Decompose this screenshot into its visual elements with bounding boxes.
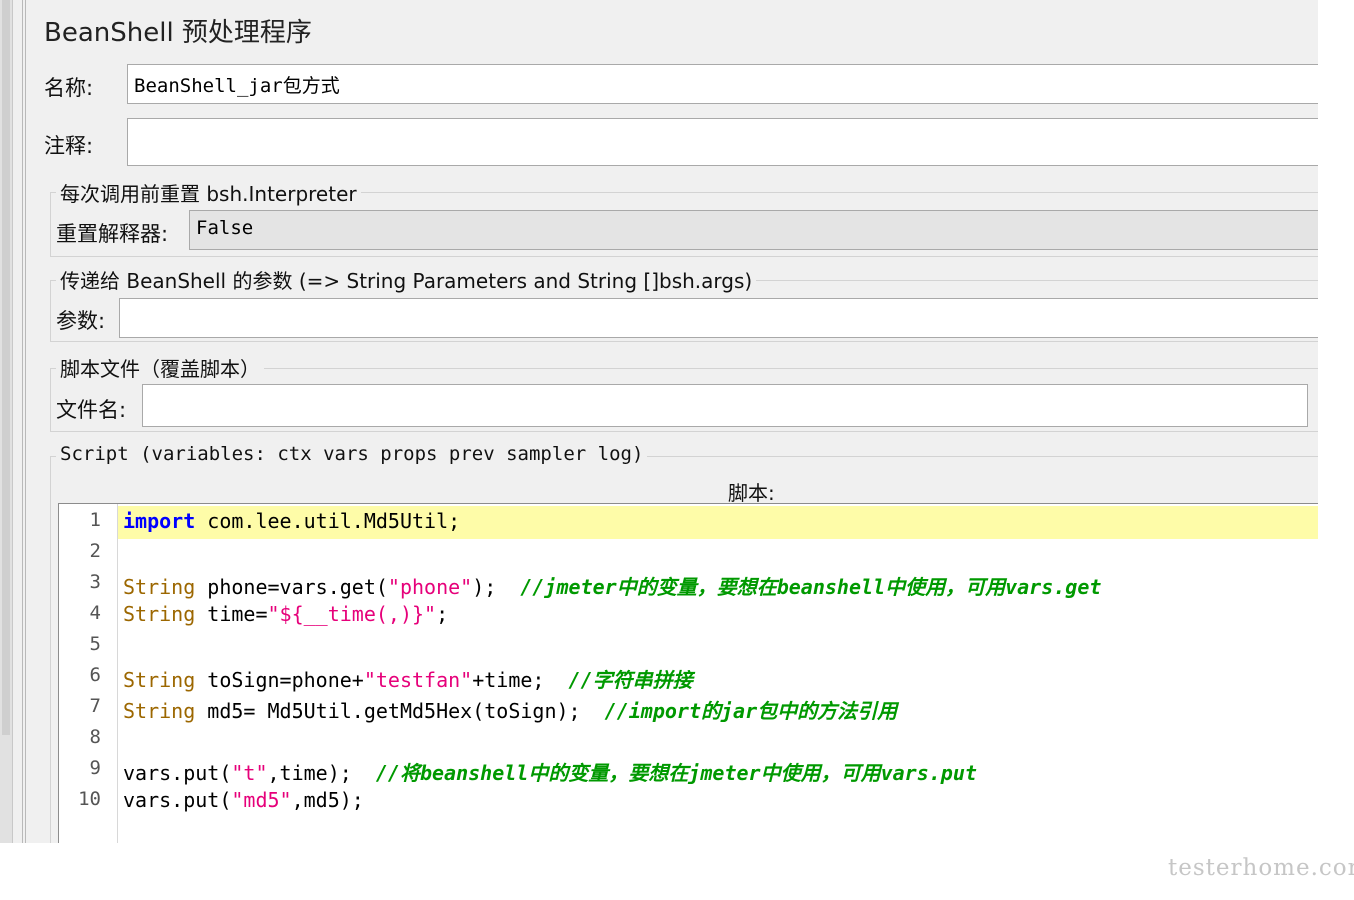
- panel-title: BeanShell 预处理程序: [44, 18, 312, 48]
- code-line: vars.put("md5",md5);: [123, 788, 364, 812]
- line-number: 7: [89, 695, 101, 717]
- code-token: ,md5);: [291, 788, 364, 812]
- code-token: "testfan": [363, 668, 473, 692]
- code-token: //字符串拼接: [568, 668, 693, 692]
- code-token: "phone": [387, 575, 473, 599]
- reset-group-legend: 每次调用前重置 bsh.Interpreter: [56, 178, 361, 207]
- code-token: ,time);: [267, 761, 376, 785]
- script-editor[interactable]: 1 import com.lee.util.Md5Util; 2 3 String ph…: [58, 503, 1318, 843]
- code-token: //将beanshell中的变量，要想在jmeter中使用，可用vars.put: [375, 761, 977, 785]
- reset-interpreter-label: 重置解释器:: [56, 222, 169, 246]
- code-token: vars.put(: [123, 761, 232, 785]
- code-token: String: [123, 699, 196, 723]
- code-token: "${__time(,)}": [267, 602, 437, 626]
- line-number: 4: [89, 602, 101, 624]
- parameters-input[interactable]: [119, 298, 1318, 338]
- name-label: 名称:: [44, 76, 94, 100]
- name-input-value: BeanShell_jar包方式: [134, 75, 340, 97]
- parameters-group-legend: 传递给 BeanShell 的参数 (=> String Parameters …: [56, 265, 757, 294]
- code-line: String time="${__time(,)}";: [123, 602, 448, 626]
- code-token: String: [123, 602, 196, 626]
- parameters-label: 参数:: [56, 309, 106, 333]
- line-number: 1: [89, 509, 101, 531]
- code-line: vars.put("t",time); //将beanshell中的变量，要想在…: [123, 757, 977, 786]
- code-token: //jmeter中的变量，要想在beanshell中使用，可用vars.get: [520, 575, 1102, 599]
- line-number: 2: [89, 540, 101, 562]
- line-number: 5: [89, 633, 101, 655]
- code-token: com.lee.util.Md5Util;: [195, 509, 461, 533]
- code-token: import: [123, 509, 196, 533]
- code-token: md5= Md5Util.getMd5Hex(toSign);: [195, 699, 605, 723]
- line-number: 9: [89, 757, 101, 779]
- code-token: String: [123, 575, 196, 599]
- watermark-text: testerhome.com: [1168, 855, 1354, 881]
- comment-input[interactable]: [127, 118, 1318, 166]
- code-token: "md5": [231, 788, 292, 812]
- code-token: );: [472, 575, 521, 599]
- code-token: +time;: [472, 668, 569, 692]
- code-line: String phone=vars.get("phone"); //jmeter…: [123, 571, 1101, 600]
- line-number: 3: [89, 571, 101, 593]
- code-token: toSign=phone+: [195, 668, 364, 692]
- code-token: ;: [436, 602, 449, 626]
- code-token: phone=vars.get(: [195, 575, 388, 599]
- line-number: 8: [89, 726, 101, 748]
- code-token: //import的jar包中的方法引用: [604, 699, 898, 723]
- script-file-group-legend: 脚本文件（覆盖脚本）: [56, 353, 264, 382]
- script-group-legend: Script (variables: ctx vars props prev s…: [56, 443, 648, 465]
- code-line: String toSign=phone+"testfan"+time; //字符…: [123, 664, 693, 693]
- panel-divider: [22, 0, 23, 843]
- left-scrollbar[interactable]: [0, 0, 13, 843]
- script-caption: 脚本:: [728, 481, 775, 505]
- line-number: 10: [78, 788, 101, 810]
- code-token: time=: [195, 602, 268, 626]
- code-line: String md5= Md5Util.getMd5Hex(toSign); /…: [123, 695, 897, 724]
- beanshell-preprocessor-panel: BeanShell 预处理程序 名称: BeanShell_jar包方式 注释:…: [0, 0, 1318, 843]
- scrollbar-thumb[interactable]: [2, 0, 10, 735]
- comment-label: 注释:: [44, 134, 94, 158]
- filename-label: 文件名:: [56, 398, 127, 422]
- code-token: vars.put(: [123, 788, 232, 812]
- panel-divider: [25, 0, 26, 843]
- filename-input[interactable]: [142, 384, 1308, 427]
- code-line: import com.lee.util.Md5Util;: [123, 509, 460, 533]
- code-token: "t": [231, 761, 268, 785]
- reset-interpreter-value: False: [196, 217, 254, 239]
- line-number: 6: [89, 664, 101, 686]
- reset-interpreter-select[interactable]: False: [189, 210, 1318, 250]
- code-token: String: [123, 668, 196, 692]
- name-input[interactable]: BeanShell_jar包方式: [127, 64, 1318, 104]
